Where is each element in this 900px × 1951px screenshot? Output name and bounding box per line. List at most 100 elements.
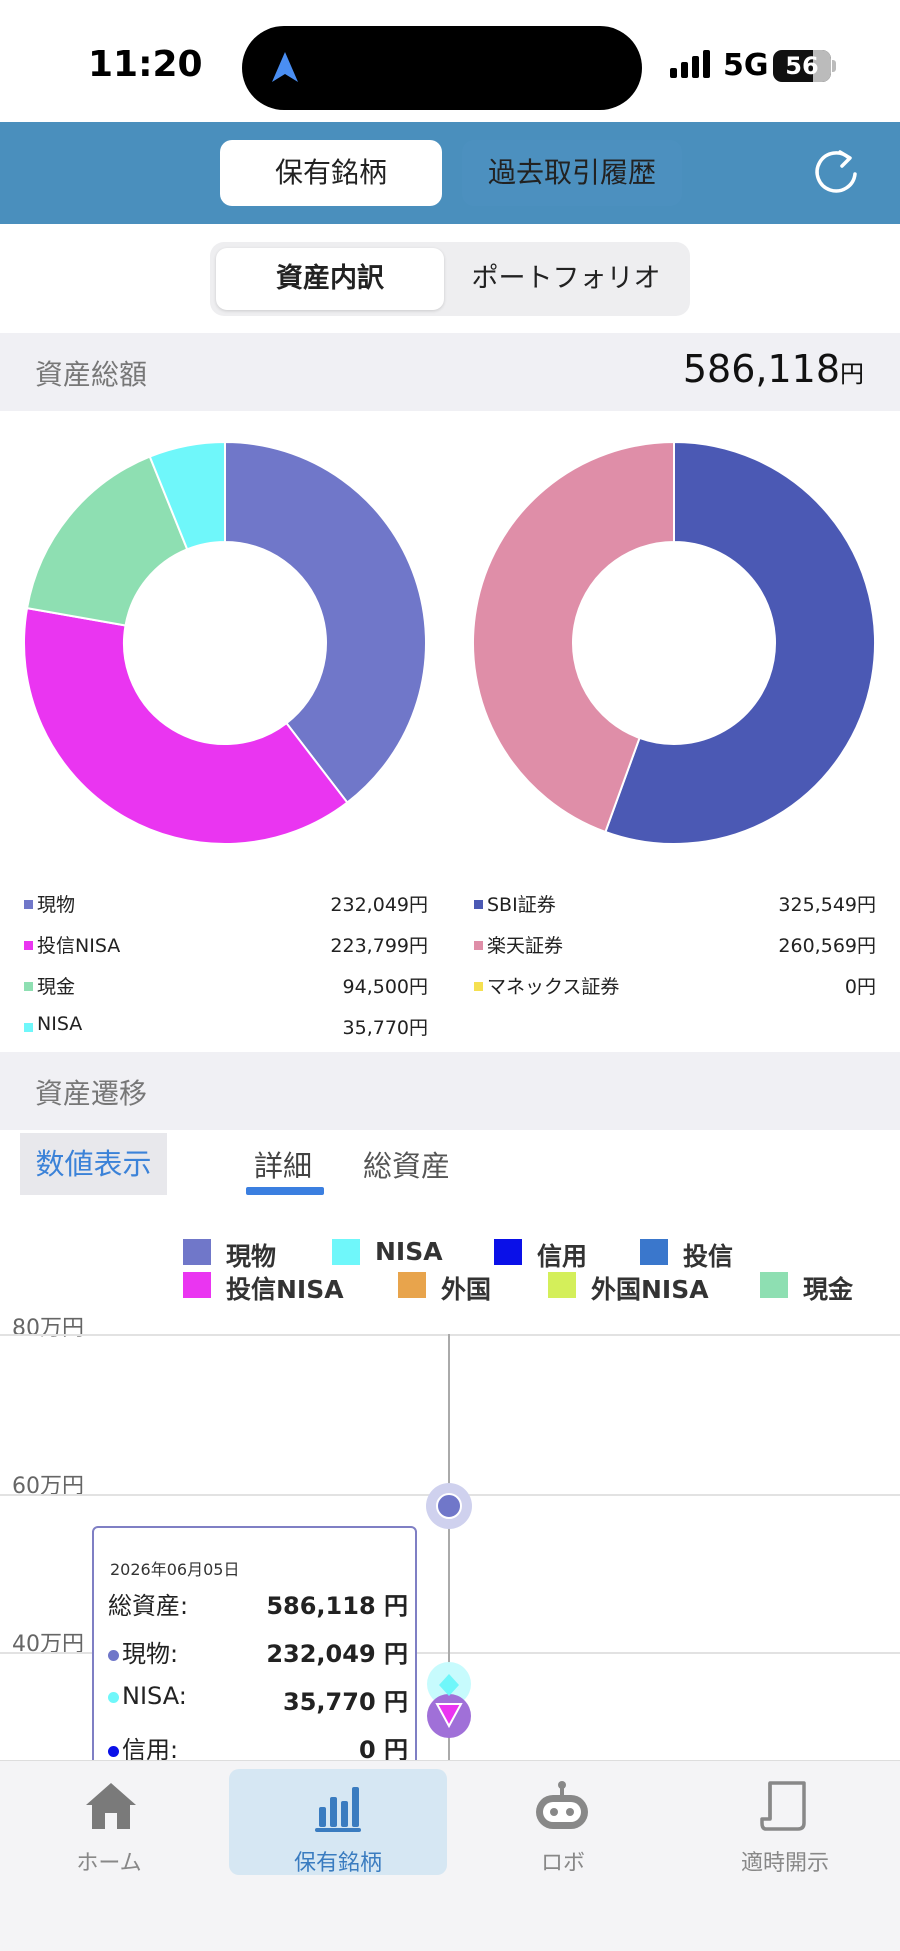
robot-icon [536, 1781, 588, 1829]
tooltip-label: NISA: [108, 1682, 187, 1710]
legend-name: マネックス証券 [487, 976, 620, 998]
legend-row: SBI証券 325,549円 [474, 890, 876, 920]
total-amount: 586,118 [682, 347, 840, 391]
chart-legend-label[interactable]: 外国 [441, 1270, 491, 1306]
legend-broker: SBI証券 325,549円楽天証券 260,569円マネックス証券 0円 [474, 890, 876, 1010]
legend-row: 現金 94,500円 [24, 972, 428, 1002]
legend-value: 94,500円 [342, 976, 428, 998]
header-bar: 保有銘柄 過去取引履歴 [0, 122, 900, 224]
nav-disclosure-label: 適時開示 [740, 1851, 829, 1876]
nav-home-label: ホーム [76, 1851, 142, 1876]
battery-icon: 56 [773, 50, 831, 82]
number-display-button[interactable]: 数値表示 [20, 1133, 167, 1195]
bottom-navigation: ホーム 保有銘柄 ロボ 適時開示 [0, 1760, 900, 1951]
bar-chart-icon [315, 1787, 361, 1832]
transition-bar: 資産遷移 [0, 1052, 900, 1130]
chart-legend-swatch [640, 1239, 668, 1265]
legend-row: 楽天証券 260,569円 [474, 931, 876, 961]
tab-detail[interactable]: 詳細 [254, 1143, 312, 1185]
legend-value: 325,549円 [778, 894, 876, 916]
chart-legend-label[interactable]: NISA [375, 1237, 443, 1266]
tab-detail-indicator [246, 1187, 324, 1195]
tooltip-date: 2026年06月05日 [110, 1560, 240, 1579]
chart-legend-label[interactable]: 現物 [226, 1237, 276, 1273]
legend-name: NISA [37, 1013, 83, 1035]
legend-swatch [474, 900, 483, 909]
legend-value: 0円 [844, 976, 876, 998]
tooltip-value: 35,770 円 [283, 1688, 408, 1716]
tooltip-row: 現物: 232,049 円 [108, 1634, 408, 1670]
marker-genbutsu[interactable] [436, 1493, 462, 1519]
total-assets-bar: 資産総額 586,118円 [0, 333, 900, 411]
refresh-icon[interactable] [808, 144, 864, 200]
tooltip-label-text: NISA: [122, 1682, 187, 1710]
tooltip-row: NISA: 35,770 円 [108, 1682, 408, 1718]
chart-legend-swatch [398, 1272, 426, 1298]
chart-legend-swatch [548, 1272, 576, 1298]
chart-legend-swatch [332, 1239, 360, 1265]
chart-legend-label[interactable]: 現金 [803, 1270, 853, 1306]
segment-breakdown[interactable]: 資産内訳 [216, 248, 444, 310]
donut-chart-broker [472, 440, 877, 845]
legend-row: 現物 232,049円 [24, 890, 428, 920]
dynamic-island [242, 26, 642, 110]
legend-row: 投信NISA 223,799円 [24, 931, 428, 961]
view-segment-control: 資産内訳 ポートフォリオ [210, 242, 690, 316]
legend-swatch [474, 982, 483, 991]
nav-holdings[interactable]: 保有銘柄 [229, 1769, 447, 1876]
location-arrow-icon [272, 52, 298, 82]
chart-legend-swatch [183, 1239, 211, 1265]
legend-row: マネックス証券 0円 [474, 972, 876, 1002]
tab-total-assets[interactable]: 総資産 [363, 1143, 450, 1185]
status-time: 11:20 [88, 44, 203, 85]
legend-name: 現金 [37, 976, 76, 998]
nav-holdings-label: 保有銘柄 [293, 1851, 382, 1876]
tooltip-row: 総資産: 586,118 円 [108, 1586, 408, 1622]
battery-level: 56 [785, 52, 819, 80]
document-icon [760, 1781, 806, 1831]
tab-history[interactable]: 過去取引履歴 [462, 140, 682, 206]
total-assets-label: 資産総額 [35, 358, 148, 391]
chart-legend-label[interactable]: 外国NISA [591, 1270, 709, 1306]
segment-portfolio[interactable]: ポートフォリオ [448, 248, 684, 310]
legend-row: NISA 35,770円 [24, 1013, 428, 1043]
network-type: 5G [723, 48, 769, 83]
battery-cap [832, 60, 836, 72]
tooltip-label-text: 現物: [122, 1640, 179, 1668]
legend-swatch [24, 982, 33, 991]
total-assets-value: 586,118円 [683, 347, 864, 391]
legend-swatch [474, 941, 483, 950]
total-unit: 円 [840, 360, 864, 388]
legend-name: 現物 [37, 894, 76, 916]
tooltip-dot [108, 1691, 119, 1703]
chart-legend-swatch [183, 1272, 211, 1298]
legend-swatch [24, 900, 33, 909]
legend-account-type: 現物 232,049円投信NISA 223,799円現金 94,500円 NISA 35,… [24, 890, 428, 1050]
chart-legend-label[interactable]: 投信 [683, 1237, 733, 1273]
home-icon [86, 1783, 136, 1829]
transition-title: 資産遷移 [35, 1077, 148, 1110]
nav-disclosure[interactable]: 適時開示 [676, 1761, 894, 1876]
legend-name: 投信NISA [37, 935, 121, 957]
tooltip-label-text: 総資産: [108, 1592, 189, 1620]
legend-value: 35,770円 [342, 1017, 428, 1039]
legend-name: 楽天証券 [487, 935, 564, 957]
chart-tooltip: 2026年06月05日 総資産: 586,118 円現物: 232,049 円 NIS… [92, 1526, 417, 1766]
chart-legend-swatch [494, 1239, 522, 1265]
legend-swatch [24, 941, 33, 950]
chart-legend-label[interactable]: 投信NISA [226, 1270, 344, 1306]
tooltip-label: 現物: [108, 1634, 178, 1669]
nav-robo-label: ロボ [540, 1851, 585, 1876]
nav-home[interactable]: ホーム [0, 1761, 218, 1876]
chart-legend-label[interactable]: 信用 [537, 1237, 587, 1273]
status-bar: 11:20 5G 56 [0, 0, 900, 122]
tab-holdings[interactable]: 保有銘柄 [220, 140, 442, 206]
tooltip-dot [108, 1745, 119, 1757]
nav-robo[interactable]: ロボ [454, 1761, 672, 1876]
legend-name: SBI証券 [487, 894, 556, 916]
legend-value: 223,799円 [330, 935, 428, 957]
tooltip-value: 232,049 円 [266, 1640, 408, 1668]
donut-chart-account-type [23, 440, 427, 845]
tooltip-value: 586,118 円 [266, 1592, 408, 1620]
legend-value: 260,569円 [778, 935, 876, 957]
